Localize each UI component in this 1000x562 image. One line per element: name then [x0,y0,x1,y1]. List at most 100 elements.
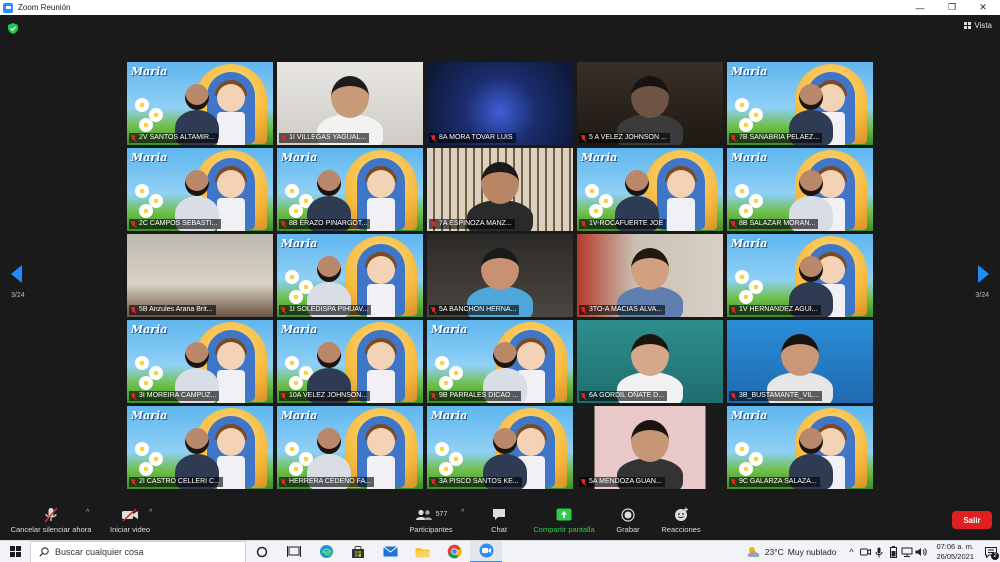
record-button[interactable]: Grabar [614,506,642,534]
zoom-app-window: Zoom Reunión — ❐ ✕ Vista 3/24 3/24 Maria… [0,0,1000,562]
record-icon [621,507,635,522]
participant-name: 5B Anzules Arana Brit... [139,306,213,313]
network-icon [901,547,913,557]
participant-tile[interactable]: 8A MORA TOVAR LUIS [427,62,573,145]
start-video-label: Iniciar video [109,525,151,534]
chrome-app-button[interactable] [438,541,470,562]
participant-tile[interactable]: Maria 7B SANABRIA PELAEZ... [727,62,873,145]
taskbar-clock[interactable]: 07:06 a. m. 26/05/2021 [936,542,974,562]
participant-name-label: 8B ERAZO PINARGOT... [279,219,371,229]
participant-tile[interactable]: Maria 3A PISCO SANTOS KE... [427,406,573,489]
participant-name-label: 1I SOLEDISPA PIHUAV... [279,305,372,315]
folder-icon [415,547,429,557]
background-caption: Maria [131,151,168,164]
microphone-muted-icon [131,134,137,142]
audio-options-caret[interactable]: ^ [86,509,89,516]
participant-name: 1V-ROCAFUERTE JOE [589,220,664,227]
participant-name-label: 3A PISCO SANTOS KE... [429,477,522,487]
participant-tile[interactable]: 7A ESPINOZA MANZ... [427,148,573,231]
background-caption: Maria [431,409,468,422]
participant-name: 5A BANCHON HERNA... [439,306,517,313]
page-indicator-left: 3/24 [11,292,25,299]
microphone-tray-button[interactable] [872,541,886,562]
reactions-button[interactable]: Reacciones [660,506,702,534]
video-options-caret[interactable]: ^ [149,509,152,516]
participant-name-label: HERRERA CEDEÑO FA... [279,477,375,487]
participant-tile[interactable]: Maria 10A VELEZ JOHNSON... [277,320,423,403]
participant-name-label: 2C CAMPOS SEBASTI... [129,219,221,229]
store-app-button[interactable] [342,541,374,562]
participant-name-label: 6A GORDIL OÑATE D... [579,391,668,401]
start-button[interactable] [0,541,30,562]
participant-tile[interactable]: 5A BANCHON HERNA... [427,234,573,317]
taskbar-search-box[interactable]: Buscar cualquier cosa [30,540,246,562]
share-screen-label: Compartir pantalla [533,525,595,534]
microphone-muted-icon [581,306,587,314]
previous-page-arrow-icon[interactable] [11,265,23,283]
chat-button[interactable]: Chat [486,506,512,534]
participant-tile[interactable]: 6A GORDIL OÑATE D... [577,320,723,403]
participant-name: 8B ERAZO PINARGOT... [289,220,368,227]
participant-tile[interactable]: Maria 8B ERAZO PINARGOT... [277,148,423,231]
network-tray-button[interactable] [900,541,914,562]
participant-tile[interactable]: Maria HERRERA CEDEÑO FA... [277,406,423,489]
meet-now-button[interactable] [858,541,872,562]
participant-tile[interactable]: 3TO-A MACIAS ALVA... [577,234,723,317]
battery-tray-button[interactable] [886,541,900,562]
next-page-arrow-icon[interactable] [977,265,989,283]
show-hidden-icons-button[interactable]: ^ [844,541,858,562]
share-screen-icon [556,508,572,521]
participant-tile[interactable]: Maria 2C CAMPOS SEBASTI... [127,148,273,231]
zoom-taskbar-button[interactable] [470,540,502,562]
microphone-muted-icon [731,134,737,142]
participant-tile[interactable]: Maria 2V SANTOS ALTAMIR... [127,62,273,145]
task-view-button[interactable] [278,541,310,562]
background-caption: Maria [281,409,318,422]
edge-browser-icon [319,545,333,558]
participant-tile[interactable]: 1I VILLEGAS YAGUAL... [277,62,423,145]
minimize-button[interactable]: — [905,0,935,15]
participant-tile[interactable]: Maria 2I CASTRO CELLERI C... [127,406,273,489]
meeting-toolbar: Cancelar silenciar ahora ^ Iniciar video… [0,503,1000,540]
reactions-label: Reacciones [661,525,701,534]
view-button[interactable]: Vista [964,21,992,30]
share-screen-button[interactable]: Compartir pantalla [528,506,600,534]
volume-tray-button[interactable] [914,541,928,562]
mail-app-button[interactable] [374,541,406,562]
cortana-button[interactable] [246,541,278,562]
participant-tile[interactable]: Maria 3I MOREIRA CAMPUZ... [127,320,273,403]
participant-tile[interactable]: 5 A VELEZ JOHNSON ... [577,62,723,145]
edge-app-button[interactable] [310,541,342,562]
participant-tile[interactable]: 5A MENDOZA GUAN... [577,406,723,489]
title-bar: Zoom Reunión — ❐ ✕ [0,0,1000,15]
microphone-tray-icon [875,547,883,557]
participants-button[interactable]: 577 Participantes [402,506,460,534]
participant-name: 3A PISCO SANTOS KE... [439,478,519,485]
participant-tile[interactable]: Maria 1V HERNANDEZ AGUI... [727,234,873,317]
shield-check-icon[interactable] [8,23,18,34]
participant-name: 8B SALAZAR MORAN... [739,220,816,227]
participant-tile[interactable]: Maria 9C GALARZA SALAZA... [727,406,873,489]
maximize-button[interactable]: ❐ [937,0,967,15]
weather-widget[interactable]: 23°C Muy nublado [747,546,837,558]
file-explorer-button[interactable] [406,541,438,562]
leave-button[interactable]: Salir [952,511,992,529]
windows-taskbar: Buscar cualquier cosa 23°C Muy nublado ^… [0,540,1000,562]
participant-tile[interactable]: Maria 1V-ROCAFUERTE JOE [577,148,723,231]
participants-icon [415,509,432,520]
participant-tile[interactable]: Maria 8B SALAZAR MORAN... [727,148,873,231]
participant-name: 10A VELEZ JOHNSON... [289,392,368,399]
microphone-muted-icon [431,478,437,486]
weather-description: Muy nublado [787,547,837,557]
participant-tile[interactable]: Maria 9B PARRALES DICAO ... [427,320,573,403]
participant-tile[interactable]: 3B_BUSTAMANTE_VIL... [727,320,873,403]
notification-center-button[interactable]: 2 [982,541,1000,562]
background-caption: Maria [731,65,768,78]
participant-tile[interactable]: 5B Anzules Arana Brit... [127,234,273,317]
participant-name: 7B SANABRIA PELAEZ... [739,134,820,141]
participant-tile[interactable]: Maria 1I SOLEDISPA PIHUAV... [277,234,423,317]
unmute-button[interactable]: Cancelar silenciar ahora [8,506,94,534]
microphone-muted-icon [281,134,287,142]
close-button[interactable]: ✕ [968,0,998,15]
participants-options-caret[interactable]: ^ [461,509,464,516]
